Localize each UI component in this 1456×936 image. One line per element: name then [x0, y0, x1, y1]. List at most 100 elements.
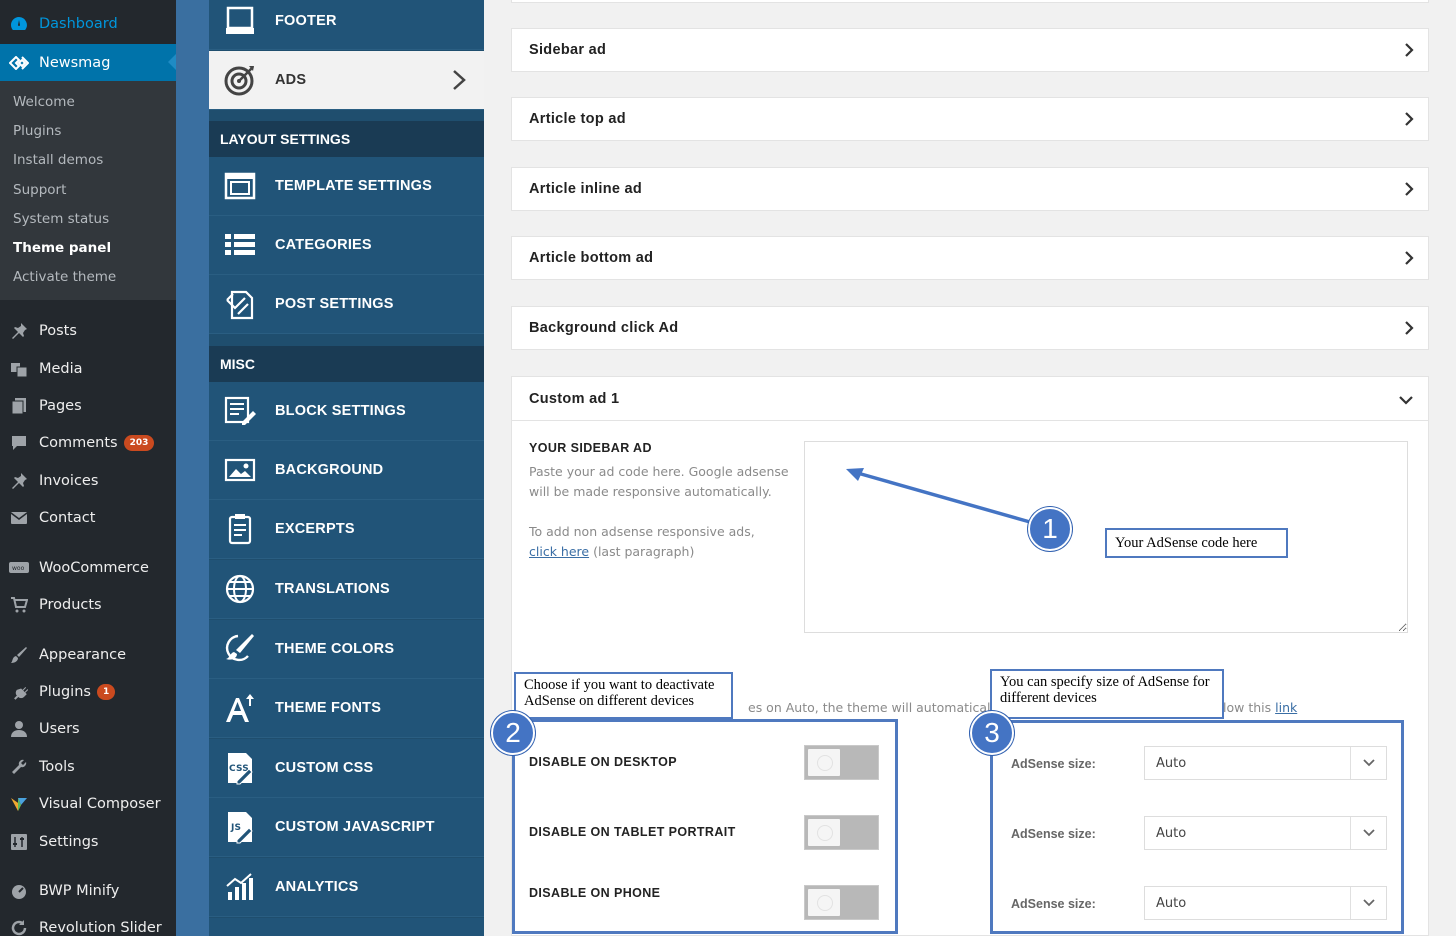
vc-icon: [9, 794, 29, 814]
chevron-right-icon: [1404, 250, 1414, 270]
user-icon: [9, 719, 29, 739]
menu-users[interactable]: Users: [0, 711, 176, 747]
menu-tools[interactable]: Tools: [0, 749, 176, 785]
accordion-title: Custom ad 1: [529, 390, 620, 407]
accordion-background-click-ad[interactable]: Background click Ad: [511, 306, 1429, 350]
mail-icon: [9, 508, 29, 528]
submenu-activate-theme[interactable]: Activate theme: [13, 269, 116, 285]
nav-theme-colors[interactable]: THEME COLORS: [209, 620, 484, 679]
nav-block-settings[interactable]: BLOCK SETTINGS: [209, 382, 484, 441]
nav-custom-css[interactable]: CSS CUSTOM CSS: [209, 739, 484, 798]
nav-theme-fonts[interactable]: THEME FONTS: [209, 679, 484, 738]
submenu-welcome[interactable]: Welcome: [13, 94, 75, 110]
nav-categories[interactable]: CATEGORIES: [209, 216, 484, 275]
menu-newsmag[interactable]: Newsmag: [0, 44, 176, 82]
nav-ads[interactable]: ADS: [209, 51, 484, 110]
hint-last-paragraph: (last paragraph): [593, 544, 695, 559]
menu-posts-label: Posts: [39, 323, 77, 339]
menu-plugins-label: Plugins: [39, 684, 91, 700]
device-note-link-wrap: low this link: [1223, 700, 1297, 715]
menu-comments[interactable]: Comments 203: [0, 425, 176, 461]
svg-text:JS: JS: [230, 823, 241, 833]
list-icon: [221, 228, 259, 262]
accordion-title: Background click Ad: [529, 320, 679, 336]
submenu-theme-panel[interactable]: Theme panel: [13, 240, 111, 256]
nav-block-settings-label: BLOCK SETTINGS: [275, 403, 406, 419]
menu-contact[interactable]: Contact: [0, 500, 176, 536]
post-edit-icon: [221, 287, 259, 321]
nav-footer-label: FOOTER: [275, 12, 337, 29]
nav-analytics[interactable]: ANALYTICS: [209, 858, 484, 917]
click-here-link[interactable]: click here: [529, 544, 589, 559]
globe-icon: [221, 572, 259, 606]
annotation-number-1: 1: [1028, 507, 1072, 551]
menu-dashboard[interactable]: Dashboard: [0, 6, 176, 42]
annotation-number-2: 2: [491, 711, 535, 755]
pushpin-icon: [9, 321, 29, 341]
menu-settings[interactable]: Settings: [0, 824, 176, 860]
cart-icon: [9, 595, 29, 615]
accordion-previous[interactable]: [511, 0, 1429, 3]
accordion-title: Sidebar ad: [529, 42, 607, 58]
menu-invoices-label: Invoices: [39, 473, 99, 489]
menu-media[interactable]: Media: [0, 351, 176, 387]
font-icon: [221, 691, 259, 725]
device-note-link[interactable]: link: [1275, 700, 1297, 715]
nav-background[interactable]: BACKGROUND: [209, 441, 484, 500]
device-note-text: es on Auto, the theme will automatically…: [748, 700, 1018, 715]
comments-icon: [9, 433, 29, 453]
nav-excerpts[interactable]: EXCERPTS: [209, 500, 484, 559]
svg-text:woo: woo: [12, 565, 25, 572]
menu-revolution-slider[interactable]: Revolution Slider: [0, 910, 176, 936]
menu-invoices[interactable]: Invoices: [0, 463, 176, 499]
accordion-article-top-ad[interactable]: Article top ad: [511, 97, 1429, 141]
plugin-icon: [9, 682, 29, 702]
menu-visual-composer[interactable]: Visual Composer: [0, 786, 176, 822]
refresh-icon: [9, 918, 29, 936]
wrench-icon: [9, 757, 29, 777]
menu-bwp-minify[interactable]: BWP Minify: [0, 873, 176, 909]
accordion-article-bottom-ad[interactable]: Article bottom ad: [511, 236, 1429, 280]
hint-non-adsense-text: To add non adsense responsive ads,: [529, 524, 755, 539]
menu-tools-label: Tools: [39, 759, 75, 775]
field-title-sidebar-ad: YOUR SIDEBAR AD: [529, 441, 652, 455]
accordion-sidebar-ad[interactable]: Sidebar ad: [511, 28, 1429, 72]
menu-comments-label: Comments: [39, 435, 118, 451]
menu-appearance-label: Appearance: [39, 647, 127, 663]
brush-icon: [9, 645, 29, 665]
submenu-plugins[interactable]: Plugins: [13, 123, 61, 139]
nav-template-settings[interactable]: TEMPLATE SETTINGS: [209, 157, 484, 216]
nav-translations[interactable]: TRANSLATIONS: [209, 560, 484, 619]
accordion-title: Article bottom ad: [529, 250, 654, 266]
target-icon: [221, 63, 259, 97]
submenu-system-status[interactable]: System status: [13, 211, 109, 227]
accordion-article-inline-ad[interactable]: Article inline ad: [511, 167, 1429, 211]
submenu-support[interactable]: Support: [13, 182, 66, 198]
nav-post-settings[interactable]: POST SETTINGS: [209, 275, 484, 334]
accordion-custom-ad-1-header[interactable]: Custom ad 1: [512, 377, 1428, 421]
nav-excerpts-label: EXCERPTS: [275, 521, 355, 537]
nav-custom-javascript[interactable]: JS CUSTOM JAVASCRIPT: [209, 798, 484, 857]
pages-icon: [9, 396, 29, 416]
menu-appearance[interactable]: Appearance: [0, 637, 176, 673]
menu-posts[interactable]: Posts: [0, 313, 176, 349]
pushpin-icon: [9, 471, 29, 491]
accordion-title: Article top ad: [529, 111, 626, 127]
menu-newsmag-label: Newsmag: [39, 55, 111, 71]
annotation-arrow: [846, 468, 1031, 524]
chevron-right-icon: [1404, 181, 1414, 201]
nav-footer[interactable]: FOOTER: [209, 0, 484, 50]
menu-products[interactable]: Products: [0, 587, 176, 623]
submenu-install-demos[interactable]: Install demos: [13, 152, 103, 168]
nav-more[interactable]: [209, 918, 484, 936]
annotation-note-size: You can specify size of AdSense for diff…: [990, 669, 1224, 719]
block-edit-icon: [221, 394, 259, 428]
menu-settings-label: Settings: [39, 834, 99, 850]
nav-ads-label: ADS: [275, 72, 307, 88]
css-file-icon: CSS: [221, 751, 259, 785]
menu-pages[interactable]: Pages: [0, 388, 176, 424]
menu-bwp-minify-label: BWP Minify: [39, 883, 120, 899]
nav-background-label: BACKGROUND: [275, 462, 384, 478]
menu-woocommerce[interactable]: woo WooCommerce: [0, 550, 176, 586]
menu-plugins[interactable]: Plugins 1: [0, 674, 176, 710]
